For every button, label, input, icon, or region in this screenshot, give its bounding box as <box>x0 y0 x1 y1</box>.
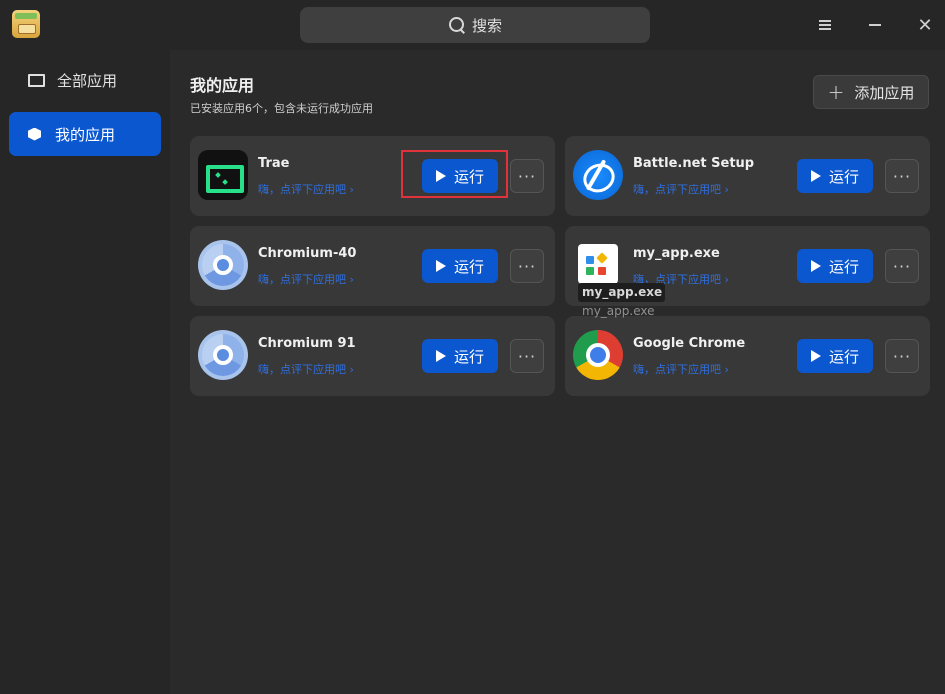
sidebar-item-all-apps[interactable]: 全部应用 <box>9 58 161 102</box>
play-icon <box>435 350 446 362</box>
app-name: Chromium 91 <box>258 336 356 351</box>
my-app-icon <box>578 244 618 284</box>
box-icon <box>28 127 41 141</box>
review-link[interactable]: 嗨，点评下应用吧 › <box>258 361 354 377</box>
more-button[interactable]: ··· <box>885 159 919 193</box>
run-label: 运行 <box>828 167 859 186</box>
more-button[interactable]: ··· <box>510 159 544 193</box>
run-button[interactable]: 运行 <box>797 159 873 193</box>
more-button[interactable]: ··· <box>885 339 919 373</box>
sidebar: 全部应用 我的应用 <box>0 50 170 694</box>
more-button[interactable]: ··· <box>510 339 544 373</box>
app-name: Google Chrome <box>633 336 746 351</box>
app-name: Battle.net Setup <box>633 156 755 171</box>
review-link[interactable]: 嗨，点评下应用吧 › <box>633 181 729 197</box>
search-icon <box>448 16 466 34</box>
trae-icon <box>198 150 248 200</box>
app-name: my_app.exe <box>633 246 720 261</box>
more-button[interactable]: ··· <box>885 249 919 283</box>
sidebar-item-label: 全部应用 <box>57 71 118 90</box>
add-app-label: 添加应用 <box>854 83 915 102</box>
battle-net-icon <box>573 150 623 200</box>
run-label: 运行 <box>453 257 484 276</box>
app-name: Trae <box>258 156 290 171</box>
chromium-icon <box>198 330 248 380</box>
title-bar: 搜索 ✕ <box>0 0 945 50</box>
play-icon <box>810 350 821 362</box>
app-name: Chromium-40 <box>258 246 357 261</box>
tooltip: my_app.exe <box>578 283 665 302</box>
monitor-icon <box>27 72 45 88</box>
highlight-box <box>401 150 508 198</box>
run-label: 运行 <box>828 257 859 276</box>
review-link[interactable]: 嗨，点评下应用吧 › <box>258 271 354 287</box>
run-label: 运行 <box>453 347 484 366</box>
more-button[interactable]: ··· <box>510 249 544 283</box>
page-title: 我的应用 <box>190 76 255 95</box>
page-subtitle: 已安装应用6个，包含未运行成功应用 <box>190 102 373 115</box>
review-link[interactable]: 嗨，点评下应用吧 › <box>258 181 354 197</box>
plus-icon: + <box>827 80 845 104</box>
add-app-button[interactable]: + 添加应用 <box>813 75 929 109</box>
close-icon[interactable]: ✕ <box>912 12 938 38</box>
app-card-google-chrome: Google Chrome 嗨，点评下应用吧 › 运行 ··· <box>565 316 930 396</box>
app-card-battle-net: Battle.net Setup 嗨，点评下应用吧 › 运行 ··· <box>565 136 930 216</box>
search-placeholder: 搜索 <box>471 16 502 35</box>
app-card-chromium-40: Chromium-40 嗨，点评下应用吧 › 运行 ··· <box>190 226 555 306</box>
app-store-window: 搜索 ✕ 全部应用 我的应用 我的应用 已安装应用6个，包含未运行成功应用 + … <box>0 0 945 694</box>
run-button[interactable]: 运行 <box>422 339 498 373</box>
play-icon <box>435 260 446 272</box>
run-button[interactable]: 运行 <box>797 339 873 373</box>
run-button[interactable]: 运行 <box>422 249 498 283</box>
app-logo-icon <box>12 10 40 38</box>
app-card-chromium-91: Chromium 91 嗨，点评下应用吧 › 运行 ··· <box>190 316 555 396</box>
menu-icon[interactable] <box>812 12 838 38</box>
chromium-icon <box>198 240 248 290</box>
sidebar-item-label: 我的应用 <box>55 125 116 144</box>
sidebar-item-my-apps[interactable]: 我的应用 <box>9 112 161 156</box>
run-button[interactable]: 运行 <box>797 249 873 283</box>
play-icon <box>810 170 821 182</box>
run-label: 运行 <box>828 347 859 366</box>
play-icon <box>810 260 821 272</box>
minimize-icon[interactable] <box>862 12 888 38</box>
tooltip-shadow: my_app.exe <box>582 304 655 318</box>
google-chrome-icon <box>573 330 623 380</box>
review-link[interactable]: 嗨，点评下应用吧 › <box>633 361 729 377</box>
search-input[interactable]: 搜索 <box>300 7 650 43</box>
